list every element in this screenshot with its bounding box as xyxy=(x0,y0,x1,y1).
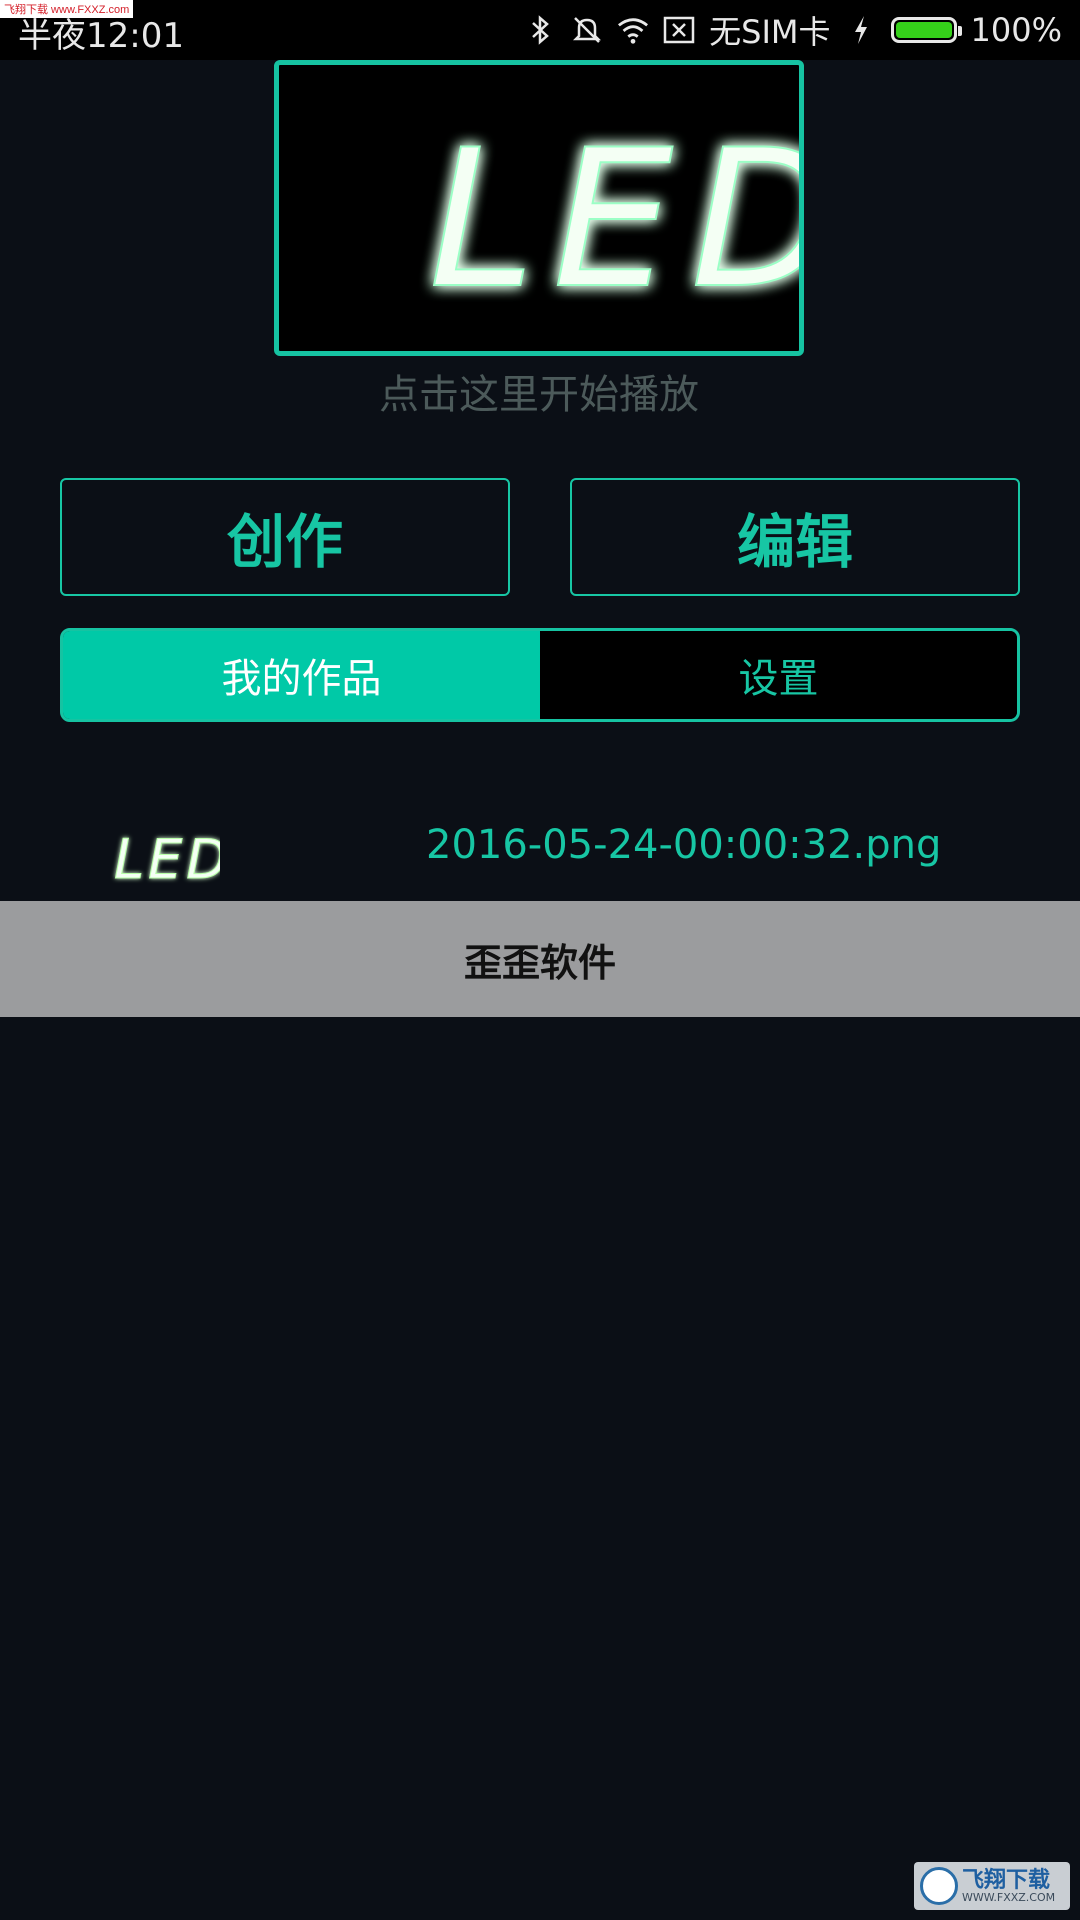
watermark-title: 飞翔下载 xyxy=(962,1867,1051,1893)
create-button[interactable]: 创作 xyxy=(60,478,510,596)
work-thumbnail: LED xyxy=(114,828,221,891)
bluetooth-icon xyxy=(525,14,557,46)
status-icons: 无SIM卡 100% xyxy=(525,10,1062,51)
watermark-url: WWW.FXXZ.COM xyxy=(962,1890,1056,1904)
battery-percent: 100% xyxy=(970,11,1062,49)
led-preview-text: LED xyxy=(429,109,799,330)
segment-tabs: 我的作品 设置 xyxy=(60,628,1020,722)
tab-my-works[interactable]: 我的作品 xyxy=(63,631,540,719)
charging-icon xyxy=(845,14,877,46)
battery-icon xyxy=(890,17,962,43)
status-time: 半夜12:01 xyxy=(18,16,184,56)
footer-bar[interactable]: 歪歪软件 xyxy=(0,901,1080,1017)
work-filename: 2016-05-24-00:00:32.png xyxy=(426,822,942,868)
sim-status: 无SIM卡 xyxy=(709,13,831,51)
status-bar: 飞翔下载 www.FXXZ.com 半夜12:01 无SIM卡 100% xyxy=(0,0,1080,60)
mute-icon xyxy=(571,14,603,46)
no-sim-icon xyxy=(663,14,695,46)
footer-label: 歪歪软件 xyxy=(463,940,616,985)
watermark-circle-icon xyxy=(920,1867,958,1905)
led-preview[interactable]: LED xyxy=(274,60,804,356)
edit-button[interactable]: 编辑 xyxy=(570,478,1020,596)
wifi-icon xyxy=(617,14,649,46)
watermark-logo: 飞翔下载 WWW.FXXZ.COM xyxy=(914,1862,1070,1910)
tab-settings[interactable]: 设置 xyxy=(540,631,1017,719)
play-hint: 点击这里开始播放 xyxy=(379,372,699,418)
list-item[interactable]: LED 2016-05-24-00:00:32.png xyxy=(0,800,1080,900)
work-thumbnail-text: LED xyxy=(114,828,220,890)
